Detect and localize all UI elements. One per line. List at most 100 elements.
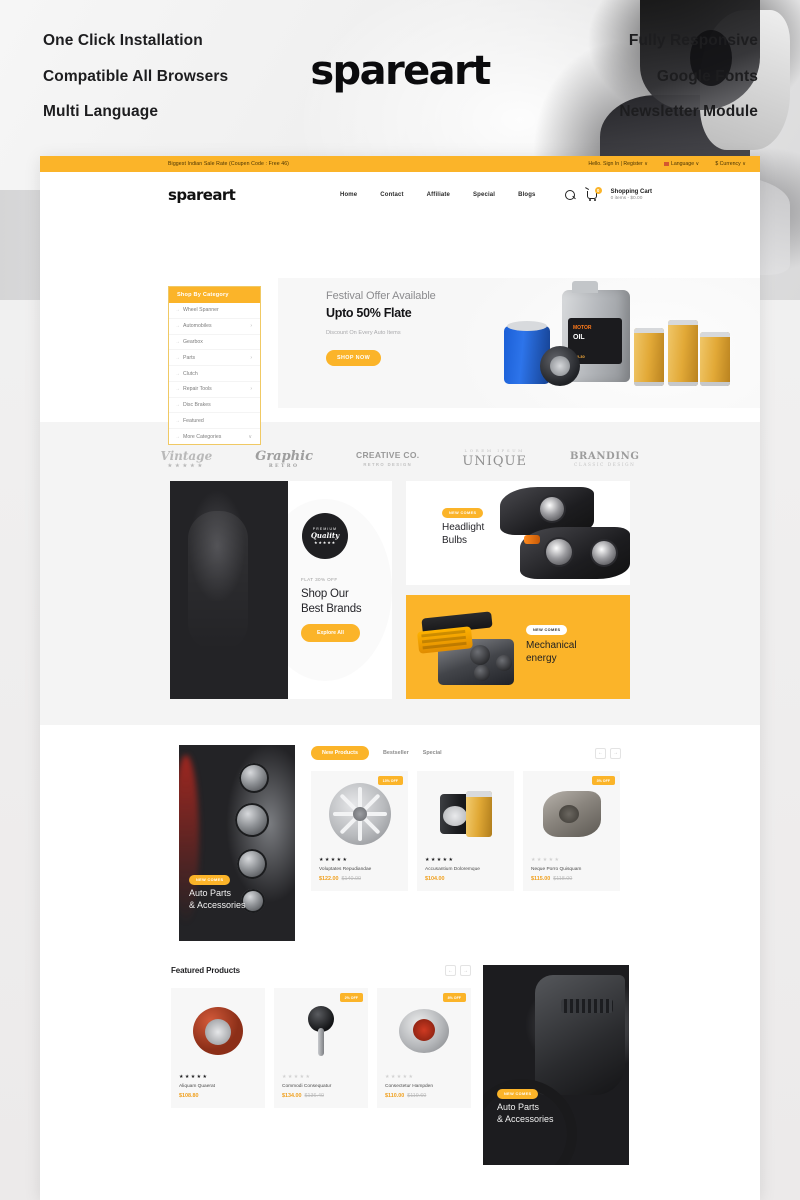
sidebar-item-repair-tools[interactable]: Repair Tools›: [169, 382, 260, 398]
feature-left-3: Multi Language: [43, 103, 159, 120]
product-title: Commodi Consequatur: [282, 1084, 332, 1089]
sidebar-item-automobiles[interactable]: Automobiles›: [169, 319, 260, 335]
carousel-next-button[interactable]: →: [610, 747, 621, 759]
seal-stars: ★★★★★: [314, 540, 336, 545]
account-link[interactable]: Hello. Sign In | Register ∨: [588, 161, 648, 167]
sidebar-item-more-categories[interactable]: More Categories∨: [169, 429, 260, 444]
sidebar-item-gearbox[interactable]: Gearbox: [169, 335, 260, 351]
search-icon[interactable]: [564, 189, 576, 201]
product-title: Neque Porro Quisquam: [531, 867, 582, 872]
featured-panel: Featured Products ← → ★★★★★ Aliquam Quae…: [171, 965, 471, 1165]
cart-summary: Shopping Cart 0 items - $0.00: [611, 189, 652, 201]
side-card-line1: Auto Parts: [497, 1102, 540, 1112]
brake-rotor-image: [399, 1009, 449, 1053]
product-card[interactable]: 13% OFF ★★★★★ Voluptates Repudiandae $12: [311, 771, 408, 891]
shop-now-button[interactable]: SHOP NOW: [326, 350, 382, 366]
gear-shifter-image: [306, 1006, 336, 1056]
dial-shape: [235, 803, 269, 837]
brand-wordmark: spareart: [310, 48, 491, 94]
brand-logo-vintage: Vintage ★★★★★: [160, 448, 213, 469]
tab-special[interactable]: Special: [423, 746, 442, 760]
chevron-down-icon: ∨: [695, 161, 700, 167]
nav-item-home[interactable]: Home: [340, 192, 357, 198]
carousel-prev-button[interactable]: ←: [595, 747, 606, 759]
promo-mechanical-energy[interactable]: NEW COMES Mechanical energy: [406, 595, 630, 699]
product-card[interactable]: 8% OFF ★★★★★ Consectetur Hampden $110.00…: [377, 988, 471, 1108]
cart-count-badge: 0: [594, 186, 602, 194]
nav-item-blogs[interactable]: Blogs: [518, 192, 535, 198]
category-sidebar: Shop By Category Wheel Spanner Automobil…: [168, 286, 261, 446]
carousel-next-button[interactable]: →: [460, 965, 471, 976]
side-card-line2: & Accessories: [497, 1114, 554, 1124]
product-price: $115.00 $118.00: [523, 872, 620, 882]
lens-shape: [546, 539, 572, 565]
promo-title-line2: Best Brands: [301, 603, 362, 615]
product-card[interactable]: ★★★★★ Aliquam Quaerat $108.80: [171, 988, 265, 1108]
chevron-right-icon: ›: [250, 386, 252, 393]
promo-title-line1: Mechanical: [526, 640, 577, 651]
product-price: $122.00 $140.00: [311, 872, 408, 882]
brand-logo-graphic: Graphic RETRO: [255, 448, 313, 469]
bottle-cap: [572, 281, 598, 293]
tab-bestseller[interactable]: Bestseller: [383, 746, 409, 760]
promo-title-line2: Bulbs: [442, 535, 468, 546]
promo-headlight-bulbs[interactable]: NEW COMES Headlight Bulbs: [406, 481, 630, 585]
lens-shape: [592, 541, 616, 565]
sidebar-item-disc-brakes[interactable]: Disc Brakes: [169, 398, 260, 414]
product-card[interactable]: 3% OFF ★★★★★ Neque Porro Quisquam $115.0…: [523, 771, 620, 891]
promo-title-line2: energy: [526, 653, 557, 664]
hero-title: Upto 50% Flate: [326, 306, 412, 320]
explore-all-button[interactable]: Explore All: [301, 624, 360, 642]
sidebar-item-wheel-spanner[interactable]: Wheel Spanner: [169, 303, 260, 319]
air-vent-shape: [561, 999, 613, 1013]
product-title: Consectetur Hampden: [385, 1084, 433, 1089]
discount-badge: 8% OFF: [442, 993, 466, 1002]
seal-mid-text: Quality: [310, 531, 340, 540]
promo-right-column: NEW COMES Headlight Bulbs NEW COMES Mech…: [406, 481, 630, 699]
auto-parts-side-card[interactable]: NEW COMES Auto Parts & Accessories: [179, 745, 295, 941]
engine-image: [416, 611, 522, 689]
product-image: [171, 988, 265, 1074]
nav-item-contact[interactable]: Contact: [380, 192, 403, 198]
hero-banner: Festival Offer Available Upto 50% Flate …: [278, 278, 760, 408]
product-card[interactable]: 2% OFF ★★★★★ Commodi Consequatur $134.00…: [274, 988, 368, 1108]
old-price: $118.00: [553, 876, 573, 882]
product-image: [417, 771, 514, 857]
promo-best-brands[interactable]: PREMIUM Quality ★★★★★ FLAT 30% OFF Shop …: [170, 481, 392, 699]
section-title: Featured Products: [171, 966, 240, 975]
page-root: One Click Installation Compatible All Br…: [0, 0, 800, 1200]
nav-item-affiliate[interactable]: Affiliate: [427, 192, 450, 198]
brand-logo-unique: LOREM IPSUM UNIQUE: [462, 448, 527, 469]
pulley-shape: [496, 655, 512, 671]
sidebar-item-parts[interactable]: Parts›: [169, 350, 260, 367]
hero-eyebrow: Festival Offer Available: [326, 290, 436, 302]
cart-title: Shopping Cart: [610, 189, 652, 195]
promo-title-line1: Headlight: [442, 522, 485, 533]
chevron-right-icon: ›: [250, 323, 252, 330]
shift-stick: [318, 1028, 324, 1056]
chevron-down-icon: ∨: [248, 433, 252, 440]
sidebar-item-featured[interactable]: Featured: [169, 413, 260, 430]
brand-logo-creative-co: CREATIVE CO. RETRO DESIGN: [356, 450, 420, 467]
discount-badge: 3% OFF: [591, 776, 615, 785]
cart-button[interactable]: 0: [586, 186, 602, 202]
cart-items-total: 0 items - $0.00: [610, 196, 643, 201]
nav-item-special[interactable]: Special: [473, 192, 495, 198]
tab-new-products[interactable]: New Products: [311, 746, 369, 760]
current-price: $108.80: [179, 1093, 199, 1099]
new-comes-badge: NEW COMES: [526, 625, 568, 635]
sidebar-item-clutch[interactable]: Clutch: [169, 366, 260, 382]
discount-badge: 13% OFF: [377, 776, 403, 785]
language-selector[interactable]: Language ∨: [664, 161, 699, 167]
premium-quality-seal: PREMIUM Quality ★★★★★: [302, 513, 348, 559]
site-logo[interactable]: spareart: [168, 186, 236, 204]
currency-selector[interactable]: $ Currency ∨: [715, 161, 746, 167]
side-card-title: Auto Parts & Accessories: [497, 1101, 554, 1125]
air-filter-1: [634, 328, 664, 386]
car-seat-image: [170, 481, 288, 699]
carousel-prev-button[interactable]: ←: [445, 965, 456, 976]
site-header: spareart Home Contact Affiliate Special …: [40, 172, 760, 218]
product-card[interactable]: ★★★★★ Accusantium Doloremque $104.00: [417, 771, 514, 891]
brand-logo-branding: BRANDING CLASSIC DESIGN: [570, 450, 640, 467]
auto-parts-side-card[interactable]: NEW COMES Auto Parts & Accessories: [483, 965, 629, 1165]
